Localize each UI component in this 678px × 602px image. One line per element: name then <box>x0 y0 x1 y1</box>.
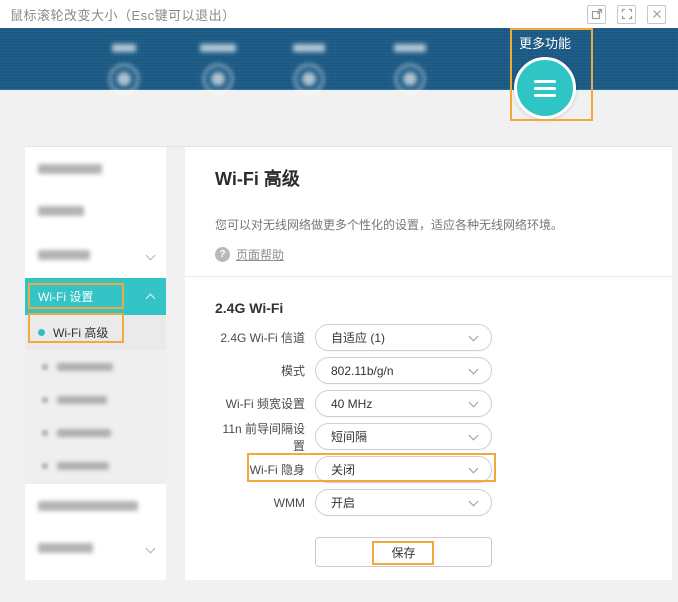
nav-label-blurred <box>112 44 136 52</box>
mode-select[interactable]: 802.11b/g/n <box>315 357 492 384</box>
window-titlebar: 鼠标滚轮改变大小（Esc键可以退出） <box>0 0 678 28</box>
popout-icon <box>591 8 603 20</box>
nav-label-blurred <box>394 44 426 52</box>
chevron-down-icon <box>469 332 479 342</box>
nav-label-blurred <box>200 44 236 52</box>
main-content: Wi-Fi 高级 您可以对无线网络做更多个性化的设置，适应各种无线网络环境。 ?… <box>185 147 672 580</box>
chevron-down-icon <box>469 464 479 474</box>
select-value: 802.11b/g/n <box>316 364 394 378</box>
form-row-mode: 模式 802.11b/g/n <box>215 354 492 387</box>
wifi-hidden-select[interactable]: 关闭 <box>315 456 492 483</box>
nav-item-blurred-3[interactable] <box>279 39 339 94</box>
select-value: 关闭 <box>316 461 355 478</box>
sidebar: Wi-Fi 设置 Wi-Fi 高级 <box>25 147 166 580</box>
more-functions-label: 更多功能 <box>519 36 571 51</box>
form-row-wmm: WMM 开启 <box>215 486 492 519</box>
field-label: WMM <box>215 496 305 510</box>
section-title: 2.4G Wi-Fi <box>215 300 283 316</box>
fullscreen-icon <box>621 8 633 20</box>
nav-icon-blurred <box>203 64 233 94</box>
page-title: Wi-Fi 高级 <box>215 165 300 191</box>
window-controls <box>587 5 668 24</box>
window-title: 鼠标滚轮改变大小（Esc键可以退出） <box>10 5 236 24</box>
chevron-down-icon <box>146 250 156 260</box>
sidebar-subitem-blurred-3[interactable] <box>25 416 166 449</box>
wifi-form: 2.4G Wi-Fi 信道 自适应 (1) 模式 802.11b/g/n Wi-… <box>215 321 492 519</box>
close-button[interactable] <box>647 5 666 24</box>
popout-button[interactable] <box>587 5 606 24</box>
sidebar-submenu: Wi-Fi 高级 <box>25 315 166 484</box>
chevron-down-icon <box>469 497 479 507</box>
help-link-label: 页面帮助 <box>236 246 284 263</box>
field-label: 2.4G Wi-Fi 信道 <box>215 329 305 346</box>
chevron-down-icon <box>469 365 479 375</box>
form-row-guard-interval: 11n 前导间隔设置 短间隔 <box>215 420 492 453</box>
active-bullet-icon <box>38 329 45 336</box>
nav-label-blurred <box>293 44 325 52</box>
sidebar-item-wifi-advanced[interactable]: Wi-Fi 高级 <box>25 315 166 350</box>
nav-item-blurred-1[interactable] <box>94 39 154 94</box>
save-button[interactable]: 保存 <box>315 537 492 567</box>
select-value: 自适应 (1) <box>316 329 385 346</box>
field-label: 模式 <box>215 362 305 379</box>
sidebar-item-blurred-3[interactable] <box>25 232 166 278</box>
page-help-link[interactable]: ? 页面帮助 <box>215 246 284 263</box>
chevron-down-icon <box>146 543 156 553</box>
sidebar-item-wifi-settings[interactable]: Wi-Fi 设置 <box>25 278 166 315</box>
sidebar-subitem-blurred-1[interactable] <box>25 350 166 383</box>
field-label: Wi-Fi 频宽设置 <box>215 395 305 412</box>
help-icon: ? <box>215 247 230 262</box>
user-icon-blurred <box>395 64 425 94</box>
home-icon-blurred <box>109 64 139 94</box>
top-navbar: 更多功能 <box>0 28 678 90</box>
wifi-icon-blurred <box>294 64 324 94</box>
form-row-channel: 2.4G Wi-Fi 信道 自适应 (1) <box>215 321 492 354</box>
more-functions-button[interactable] <box>514 57 576 119</box>
nav-item-blurred-4[interactable] <box>380 39 440 94</box>
channel-select[interactable]: 自适应 (1) <box>315 324 492 351</box>
field-label: Wi-Fi 隐身 <box>215 461 305 478</box>
chevron-down-icon <box>469 398 479 408</box>
hamburger-icon <box>534 80 556 83</box>
sidebar-item-blurred-5[interactable] <box>25 484 166 528</box>
section-divider <box>185 276 672 277</box>
sidebar-subitem-blurred-2[interactable] <box>25 383 166 416</box>
wmm-select[interactable]: 开启 <box>315 489 492 516</box>
more-functions-label-wrap: 更多功能 <box>505 33 585 53</box>
chevron-down-icon <box>469 431 479 441</box>
guard-interval-select[interactable]: 短间隔 <box>315 423 492 450</box>
bandwidth-select[interactable]: 40 MHz <box>315 390 492 417</box>
nav-item-blurred-2[interactable] <box>188 39 248 94</box>
form-row-wifi-hidden: Wi-Fi 隐身 关闭 <box>215 453 492 486</box>
sidebar-item-blurred-6[interactable] <box>25 528 166 568</box>
sidebar-subitem-label: Wi-Fi 高级 <box>53 324 108 341</box>
select-value: 短间隔 <box>316 428 367 445</box>
close-icon <box>651 8 663 20</box>
select-value: 40 MHz <box>316 397 372 411</box>
sidebar-subitem-blurred-4[interactable] <box>25 449 166 482</box>
save-button-label: 保存 <box>391 544 415 561</box>
select-value: 开启 <box>316 494 355 511</box>
sidebar-item-blurred-2[interactable] <box>25 190 166 232</box>
sidebar-item-blurred-1[interactable] <box>25 147 166 190</box>
chevron-up-icon <box>146 294 156 304</box>
page-description: 您可以对无线网络做更多个性化的设置，适应各种无线网络环境。 <box>215 216 563 233</box>
form-row-bandwidth: Wi-Fi 频宽设置 40 MHz <box>215 387 492 420</box>
fullscreen-button[interactable] <box>617 5 636 24</box>
field-label: 11n 前导间隔设置 <box>215 420 305 454</box>
sidebar-item-label: Wi-Fi 设置 <box>38 288 93 305</box>
